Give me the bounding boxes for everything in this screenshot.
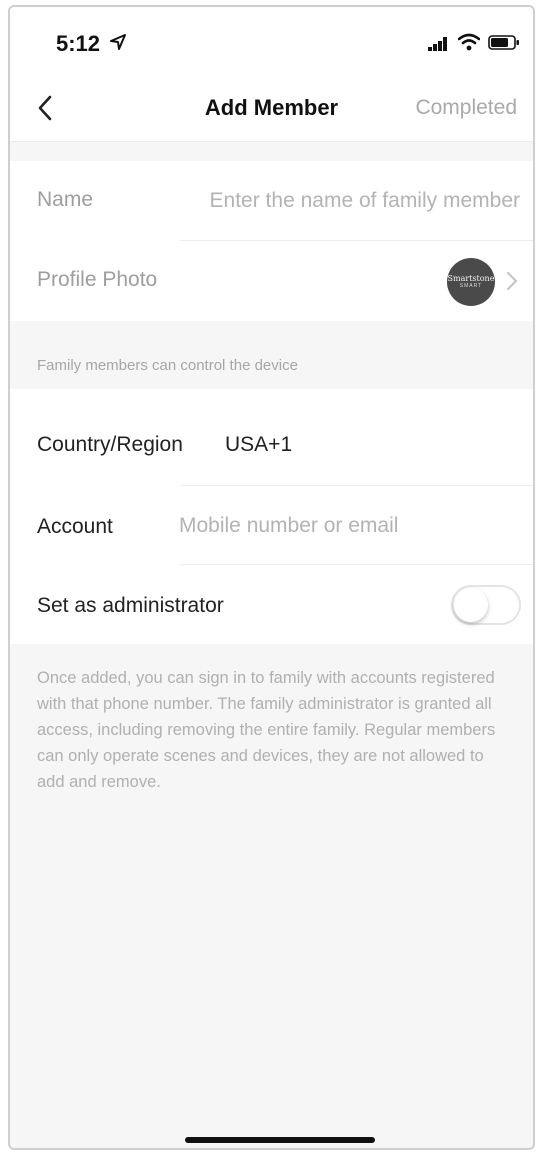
country-region-value[interactable]: USA+1 bbox=[225, 433, 292, 457]
back-button[interactable] bbox=[28, 89, 62, 127]
profile-card: Name Profile Photo Smartstone SMART bbox=[10, 161, 533, 321]
avatar-logo-subtext: SMART bbox=[459, 283, 483, 289]
location-arrow-icon bbox=[110, 34, 126, 50]
info-text: Once added, you can sign in to family wi… bbox=[37, 669, 496, 791]
cellular-signal-icon bbox=[428, 37, 447, 51]
account-label: Account bbox=[37, 515, 113, 538]
chevron-right-icon bbox=[507, 272, 517, 290]
navigation-bar: Add Member Completed bbox=[10, 75, 533, 142]
status-time: 5:12 bbox=[56, 31, 101, 56]
profile-photo-label: Profile Photo bbox=[37, 268, 158, 291]
completed-button[interactable]: Completed bbox=[415, 96, 517, 120]
row-divider bbox=[180, 485, 533, 486]
name-label: Name bbox=[37, 188, 94, 211]
row-divider bbox=[180, 564, 533, 565]
administrator-label: Set as administrator bbox=[37, 594, 224, 617]
chevron-left-icon bbox=[38, 95, 52, 121]
administrator-toggle[interactable] bbox=[451, 585, 521, 625]
wifi-icon bbox=[458, 33, 480, 51]
avatar[interactable]: Smartstone SMART bbox=[447, 258, 495, 306]
name-input[interactable] bbox=[175, 179, 520, 223]
name-row: Name bbox=[10, 161, 533, 241]
toggle-knob bbox=[454, 588, 488, 622]
account-input[interactable] bbox=[175, 504, 519, 548]
status-bar: 5:12 bbox=[10, 7, 533, 75]
phone-screen: 5:12 Add Member Completed Name Enter the… bbox=[8, 5, 535, 1150]
avatar-logo-text: Smartstone bbox=[447, 274, 495, 283]
country-region-label: Country/Region bbox=[37, 433, 183, 456]
section-note: Family members can control the device bbox=[37, 357, 298, 374]
battery-icon bbox=[488, 35, 519, 50]
home-indicator bbox=[185, 1137, 375, 1143]
profile-photo-row[interactable]: Profile Photo Smartstone SMART bbox=[10, 241, 533, 321]
